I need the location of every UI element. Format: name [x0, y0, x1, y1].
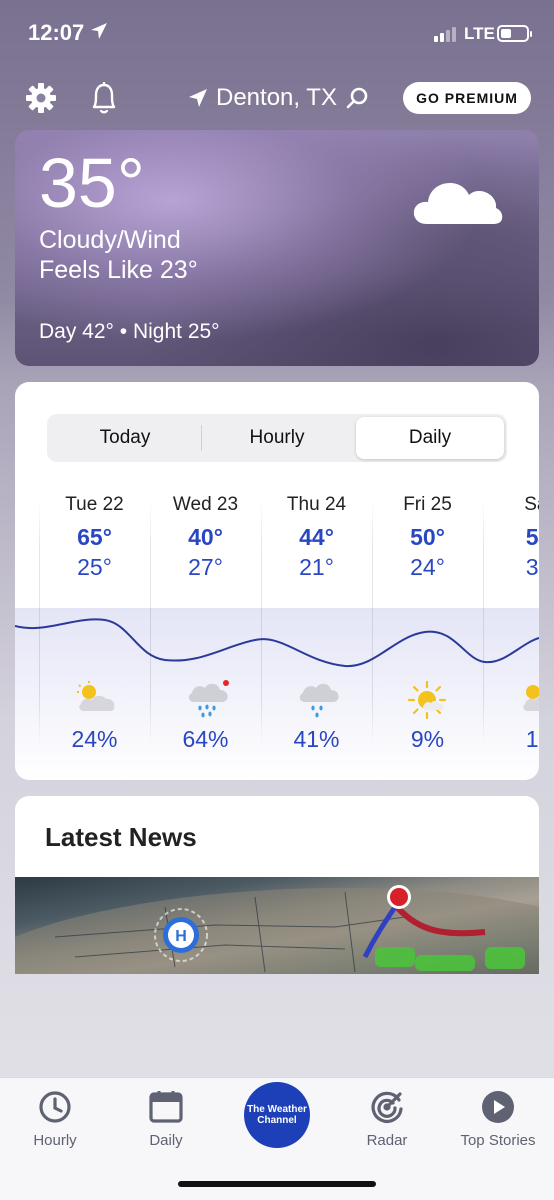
- svg-text:H: H: [175, 928, 187, 945]
- status-time: 12:07: [28, 20, 85, 45]
- app-header: Denton, TX GO PREMIUM: [0, 72, 554, 126]
- current-condition: Cloudy/Wind: [39, 226, 181, 254]
- forecast-day[interactable]: Sat 54 31 16: [483, 478, 539, 768]
- forecast-day[interactable]: Wed 23 40° 27° 64%: [150, 478, 261, 768]
- play-icon: [482, 1091, 514, 1123]
- daily-forecast-list: Tue 22 65° 25° 24% Wed 23 40° 27° 64% Th…: [15, 478, 539, 780]
- precip-chance: 41%: [293, 726, 340, 752]
- tabbar-radar[interactable]: Radar: [337, 1090, 437, 1149]
- day-night-temps: Day 42° • Night 25°: [39, 320, 220, 343]
- partly-cloudy-icon: [74, 680, 116, 719]
- status-bar: 12:07 LTE: [0, 0, 554, 70]
- day-high: 54: [525, 524, 539, 550]
- location-services-icon: [90, 22, 108, 45]
- tabbar-label: Daily: [149, 1132, 183, 1149]
- precip-chance: 64%: [182, 726, 229, 752]
- forecast-day[interactable]: Thu 24 44° 21° 41%: [261, 478, 372, 768]
- partly-cloudy-icon: [518, 680, 539, 719]
- current-temperature: 35°: [39, 144, 145, 222]
- battery-icon: [497, 25, 532, 42]
- day-low: 31: [525, 554, 539, 580]
- segment-divider: [201, 425, 202, 451]
- day-high: 50°: [410, 524, 445, 550]
- precip-chance: 16: [525, 726, 539, 752]
- radar-icon: [371, 1091, 403, 1123]
- tab-today[interactable]: Today: [51, 417, 199, 459]
- precip-chance: 9%: [410, 726, 445, 752]
- day-high: 65°: [77, 524, 112, 550]
- tabbar-hourly[interactable]: Hourly: [5, 1090, 105, 1149]
- day-name: Thu 24: [286, 494, 347, 515]
- day-low: 21°: [299, 554, 334, 580]
- day-low: 25°: [77, 554, 112, 580]
- news-section-title: Latest News: [45, 822, 197, 852]
- rain-icon: [296, 680, 342, 725]
- day-name: Tue 22: [65, 494, 124, 515]
- calendar-icon: [149, 1091, 183, 1123]
- bell-icon[interactable]: [88, 80, 120, 121]
- day-name: Wed 23: [172, 494, 239, 515]
- tab-hourly[interactable]: Hourly: [203, 417, 351, 459]
- location-arrow-icon: [189, 89, 207, 107]
- search-icon[interactable]: [345, 86, 369, 110]
- day-name: Fri 25: [403, 494, 452, 515]
- home-indicator: [178, 1181, 376, 1187]
- signal-icon: [434, 27, 456, 42]
- tabbar-label: Radar: [366, 1132, 408, 1149]
- go-premium-button[interactable]: GO PREMIUM: [403, 82, 531, 114]
- cloud-icon: [411, 174, 503, 231]
- day-low: 24°: [410, 554, 445, 580]
- current-conditions-card[interactable]: 35° Cloudy/Wind Feels Like 23° Day 42° •…: [15, 130, 539, 366]
- location-selector[interactable]: Denton, TX: [188, 84, 369, 112]
- forecast-segmented-control: Today Hourly Daily: [47, 414, 507, 462]
- precip-chance: 24%: [71, 726, 118, 752]
- forecast-card: Today Hourly Daily Tue 22 65° 25° 24% We…: [15, 382, 539, 780]
- forecast-day[interactable]: Fri 25 50° 24° 9%: [372, 478, 483, 768]
- tab-daily[interactable]: Daily: [356, 417, 504, 459]
- feels-like: Feels Like 23°: [39, 256, 198, 284]
- tabbar-top-stories[interactable]: Top Stories: [448, 1090, 548, 1149]
- tabbar-daily[interactable]: Daily: [116, 1090, 216, 1149]
- mostly-sunny-icon: [407, 680, 449, 725]
- day-high: 40°: [188, 524, 223, 550]
- forecast-day[interactable]: Tue 22 65° 25° 24%: [39, 478, 150, 768]
- day-name: Sat: [524, 494, 539, 515]
- news-thumbnail[interactable]: H: [15, 877, 539, 974]
- twc-logo[interactable]: The Weather Channel: [244, 1082, 310, 1148]
- clock-icon: [39, 1091, 71, 1123]
- rain-icon: [185, 680, 231, 725]
- tabbar-label: Hourly: [33, 1132, 77, 1149]
- tabbar-label: Top Stories: [460, 1132, 536, 1149]
- location-name: Denton, TX: [216, 84, 337, 111]
- gear-icon[interactable]: [25, 82, 57, 119]
- day-low: 27°: [188, 554, 223, 580]
- latest-news-card[interactable]: Latest News H: [15, 796, 539, 974]
- network-type: LTE: [464, 24, 495, 43]
- day-high: 44°: [299, 524, 334, 550]
